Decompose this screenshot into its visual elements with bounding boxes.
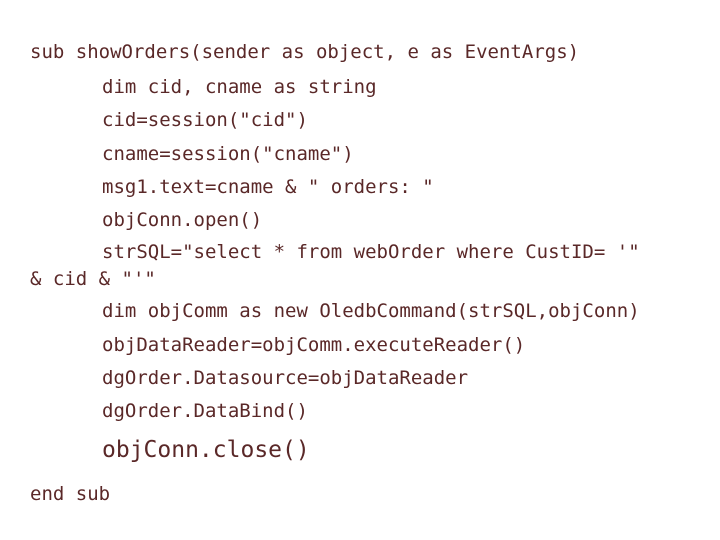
code-line-execute-reader: objDataReader=objComm.executeReader() xyxy=(102,334,526,356)
code-line-dim-command: dim objComm as new OledbCommand(strSQL,o… xyxy=(102,300,640,322)
code-line-connection-open: objConn.open() xyxy=(102,209,263,231)
code-line-cid-assignment: cid=session("cid") xyxy=(102,109,308,131)
code-slide: sub showOrders(sender as object, e as Ev… xyxy=(0,0,720,540)
code-line-strsql-continuation: & cid & "'" xyxy=(30,268,156,290)
code-line-dim-variables: dim cid, cname as string xyxy=(102,76,377,98)
code-line-cname-assignment: cname=session("cname") xyxy=(102,143,354,165)
code-line-connection-close: objConn.close() xyxy=(102,437,310,463)
code-line-sub-declaration: sub showOrders(sender as object, e as Ev… xyxy=(30,41,580,63)
code-line-grid-databind: dgOrder.DataBind() xyxy=(102,400,308,422)
code-line-strsql: strSQL="select * from webOrder where Cus… xyxy=(102,241,640,263)
code-line-grid-datasource: dgOrder.Datasource=objDataReader xyxy=(102,367,469,389)
code-line-end-sub: end sub xyxy=(30,483,111,505)
code-line-msg-text: msg1.text=cname & " orders: " xyxy=(102,176,434,198)
